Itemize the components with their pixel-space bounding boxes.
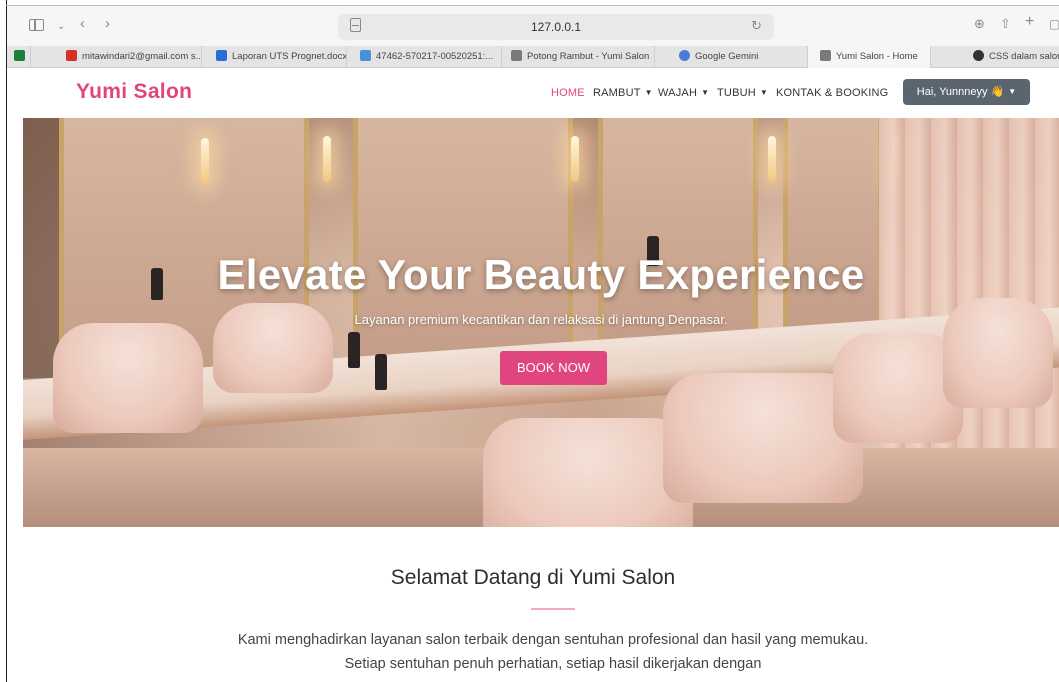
nav-tubuh-label: TUBUH — [717, 87, 756, 99]
tab-overview-icon[interactable]: ▢ — [1049, 15, 1059, 33]
tab-potong-rambut[interactable]: Potong Rambut - Yumi Salon — [502, 46, 655, 68]
nav-home[interactable]: HOME — [551, 87, 585, 99]
nav-kontak-booking[interactable]: KONTAK & BOOKING — [776, 87, 888, 99]
wall-lamp — [201, 138, 209, 184]
drive-icon — [360, 50, 371, 61]
back-arrow-icon[interactable]: ‹ — [80, 15, 85, 33]
nav-tubuh[interactable]: TUBUH ▼ — [717, 87, 768, 99]
nav-rambut-label: RAMBUT — [593, 87, 641, 99]
tab-strip: mitawindari2@gmail.com s... Laporan UTS … — [7, 46, 1059, 68]
nav-wajah[interactable]: WAJAH ▼ — [658, 87, 709, 99]
browser-toolbar: ⌄ ‹ › 127.0.0.1 ↻ ⊕ ⇧ + ▢ — [7, 6, 1059, 46]
tab-word-doc[interactable]: Laporan UTS Prognet.docx — [202, 46, 347, 68]
hero-title: Elevate Your Beauty Experience — [217, 251, 865, 298]
chevron-down-icon[interactable]: ⌄ — [57, 18, 65, 36]
downloads-icon[interactable]: ⊕ — [974, 15, 985, 33]
tab-css-dalam-salon[interactable]: CSS dalam salon — [931, 46, 1059, 68]
nav-rambut[interactable]: RAMBUT ▼ — [593, 87, 653, 99]
gmail-icon — [66, 50, 77, 61]
welcome-text: Kami menghadirkan layanan salon terbaik … — [237, 632, 869, 672]
share-icon[interactable]: ⇧ — [1000, 15, 1011, 33]
salon-chair — [53, 323, 203, 433]
site-icon — [820, 50, 831, 61]
caret-down-icon: ▼ — [644, 88, 653, 97]
book-now-button[interactable]: BOOK NOW — [500, 351, 607, 385]
sidebar-toggle-icon[interactable] — [29, 19, 44, 31]
site-icon — [511, 50, 522, 61]
forward-arrow-icon[interactable]: › — [105, 15, 110, 33]
tab-yumi-salon-home[interactable]: Yumi Salon - Home — [808, 46, 931, 68]
user-menu-button[interactable]: Hai, Yunnneyy 👋 ▼ — [903, 79, 1030, 105]
product-bottle — [375, 354, 387, 390]
tab-drive-file[interactable]: 47462-570217-00520251:... — [347, 46, 502, 68]
new-tab-icon[interactable]: + — [1025, 13, 1034, 31]
title-divider — [531, 608, 575, 610]
tab-gmail[interactable]: mitawindari2@gmail.com s... — [31, 46, 202, 68]
word-icon — [216, 50, 227, 61]
product-bottle — [348, 332, 360, 368]
site-navbar: Yumi Salon HOME RAMBUT ▼ WAJAH ▼ TUBUH ▼ KO… — [7, 68, 1059, 118]
user-greeting: Hai, Yunnneyy 👋 — [916, 86, 1005, 98]
pinned-app-icon — [14, 50, 25, 61]
gemini-icon — [679, 50, 690, 61]
address-bar[interactable]: 127.0.0.1 ↻ — [338, 14, 774, 40]
nav-wajah-label: WAJAH — [658, 87, 698, 99]
brand-logo[interactable]: Yumi Salon — [76, 80, 192, 104]
caret-down-icon: ▼ — [759, 88, 769, 97]
chatgpt-icon — [973, 50, 984, 61]
hero-subtitle: Layanan premium kecantikan dan relaksasi… — [354, 312, 728, 327]
wall-lamp — [571, 136, 579, 182]
wall-panel — [23, 118, 63, 378]
wall-lamp — [323, 136, 331, 182]
caret-down-icon: ▼ — [1008, 87, 1017, 96]
salon-chair — [483, 418, 693, 527]
tab-pinned[interactable] — [7, 46, 31, 68]
wall-lamp — [768, 136, 776, 182]
url-text: 127.0.0.1 — [530, 20, 582, 34]
tab-google-gemini[interactable]: Google Gemini — [655, 46, 808, 68]
reload-icon[interactable]: ↻ — [751, 18, 762, 34]
welcome-title: Selamat Datang di Yumi Salon — [390, 566, 676, 589]
caret-down-icon: ▼ — [701, 88, 710, 97]
hero-banner: Elevate Your Beauty Experience Layanan p… — [23, 118, 1059, 527]
